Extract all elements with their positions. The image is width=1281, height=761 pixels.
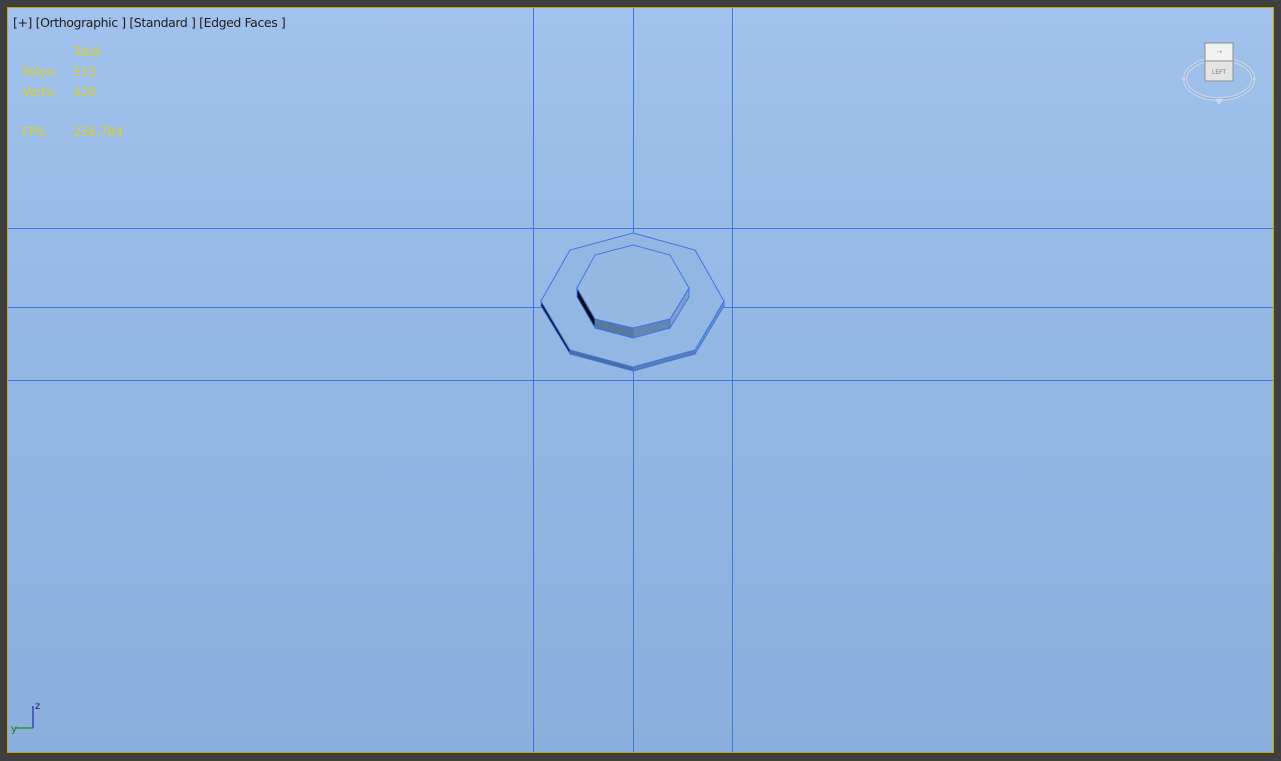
verts-label: Verts: (22, 84, 57, 99)
stats-header: Total (73, 44, 101, 59)
viewport-shading-menu[interactable]: [Standard ] (129, 15, 196, 30)
viewport-label-menu: [+] [Orthographic ] [Standard ] [Edged F… (13, 15, 286, 30)
viewport-edges-menu[interactable]: [Edged Faces ] (199, 15, 286, 30)
fps-value: 256,784 (73, 124, 123, 139)
svg-text:⇢: ⇢ (1216, 48, 1222, 56)
viewcube-east-arrow (1253, 77, 1257, 81)
fps-label: FPS: (22, 124, 48, 139)
polys-label: Polys: (22, 64, 57, 79)
viewport-plus-menu[interactable]: [+] (13, 15, 32, 30)
viewport-view-menu[interactable]: [Orthographic ] (36, 15, 127, 30)
axis-tripod-icon: z y (11, 701, 40, 734)
app-frame: [+] [Orthographic ] [Standard ] [Edged F… (0, 0, 1281, 761)
axis-z-label: z (35, 701, 40, 712)
axis-y-label: y (11, 724, 17, 734)
polys-value: 513 (73, 64, 96, 79)
viewcube-south-arrow (1215, 99, 1223, 105)
viewcube-face-label[interactable]: LEFT (1212, 69, 1226, 76)
viewcube-west-arrow (1181, 77, 1185, 81)
construction-grid (8, 8, 1273, 752)
scene-canvas[interactable] (8, 8, 1274, 753)
orthographic-viewport[interactable]: [+] [Orthographic ] [Standard ] [Edged F… (7, 7, 1274, 753)
verts-value: 520 (73, 84, 96, 99)
octagon-base-object (540, 232, 725, 372)
viewcube[interactable]: LEFT ⇢ (1181, 37, 1257, 113)
